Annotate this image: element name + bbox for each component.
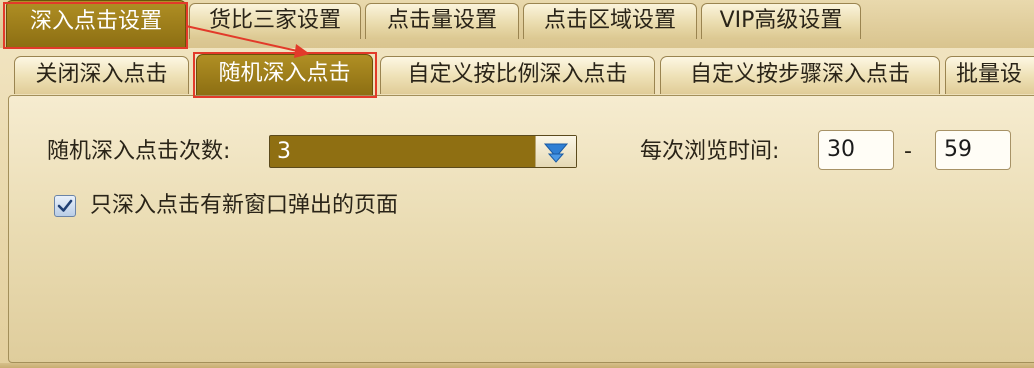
click-count-dropdown[interactable]: 3 <box>269 135 577 168</box>
popup-only-label: 只深入点击有新窗口弹出的页面 <box>90 193 399 218</box>
browse-time-min-input[interactable]: 30 <box>818 130 894 170</box>
browse-time-label: 每次浏览时间: <box>640 139 780 164</box>
click-count-label: 随机深入点击次数: <box>47 139 231 164</box>
top-tab-strip: 深入点击设置 货比三家设置 点击量设置 点击区域设置 VIP高级设置 <box>0 0 1034 48</box>
dropdown-button[interactable] <box>535 136 576 167</box>
tab-compare-three-settings[interactable]: 货比三家设置 <box>189 3 361 39</box>
sub-tab-strip: 关闭深入点击 随机深入点击 自定义按比例深入点击 自定义按步骤深入点击 批量设 <box>0 48 1034 96</box>
click-count-value: 3 <box>277 139 291 164</box>
popup-only-checkbox[interactable] <box>54 195 76 217</box>
tab-custom-ratio-deep-click[interactable]: 自定义按比例深入点击 <box>380 56 655 94</box>
browse-time-max-input[interactable]: 59 <box>935 130 1011 170</box>
tab-click-volume-settings[interactable]: 点击量设置 <box>365 3 519 39</box>
tab-deep-click-settings[interactable]: 深入点击设置 <box>6 0 186 48</box>
chevron-down-icon <box>543 143 569 163</box>
tab-random-deep-click[interactable]: 随机深入点击 <box>196 54 373 96</box>
tab-close-deep-click[interactable]: 关闭深入点击 <box>14 56 189 94</box>
tab-vip-advanced-settings[interactable]: VIP高级设置 <box>701 3 861 39</box>
browse-time-separator: - <box>904 139 912 164</box>
checkmark-icon <box>57 199 73 212</box>
window-bottom-border <box>0 363 1034 368</box>
tab-custom-step-deep-click[interactable]: 自定义按步骤深入点击 <box>660 56 940 94</box>
tab-click-area-settings[interactable]: 点击区域设置 <box>523 3 697 39</box>
tab-batch-settings[interactable]: 批量设 <box>945 56 1034 94</box>
